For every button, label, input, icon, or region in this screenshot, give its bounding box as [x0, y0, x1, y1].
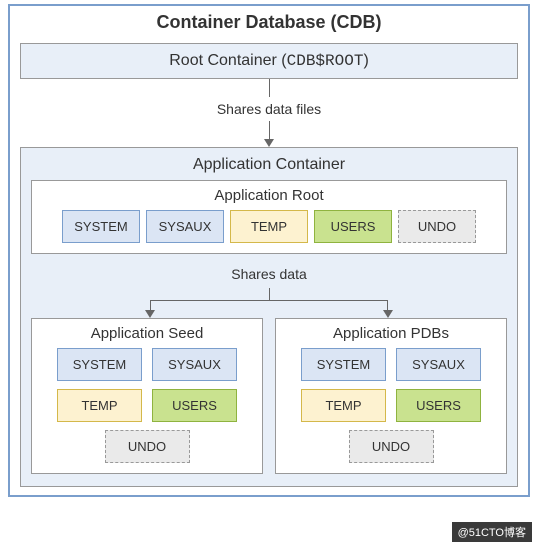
shares-files-label: Shares data files: [10, 97, 528, 121]
tablespace-undo: UNDO: [398, 210, 476, 243]
app-root-title: Application Root: [40, 187, 498, 210]
application-root: Application Root SYSTEM SYSAUX TEMP USER…: [31, 180, 507, 254]
root-label: Root Container (: [169, 52, 286, 69]
arrow-down-icon: [145, 310, 155, 318]
application-seed: Application Seed SYSTEM SYSAUX TEMP USER…: [31, 318, 263, 474]
arrow-down-icon: [383, 310, 393, 318]
root-container: Root Container (CDB$ROOT): [20, 43, 518, 79]
tablespace-users: USERS: [314, 210, 392, 243]
tablespace-undo: UNDO: [349, 430, 434, 463]
application-pdbs: Application PDBs SYSTEM SYSAUX TEMP USER…: [275, 318, 507, 474]
branch-connector: [31, 288, 507, 318]
cdb-title: Container Database (CDB): [10, 6, 528, 43]
tablespace-system: SYSTEM: [301, 348, 386, 381]
app-container-title: Application Container: [31, 156, 507, 180]
tablespace-users: USERS: [396, 389, 481, 422]
tablespace-undo: UNDO: [105, 430, 190, 463]
arrow-down-icon: [264, 139, 274, 147]
shares-data-label: Shares data: [31, 254, 507, 288]
tablespace-sysaux: SYSAUX: [152, 348, 237, 381]
tablespace-sysaux: SYSAUX: [146, 210, 224, 243]
app-pdbs-title: Application PDBs: [284, 325, 498, 348]
connector-shares-files: Shares data files: [10, 79, 528, 147]
root-close: ): [363, 52, 368, 69]
cdb-container: Container Database (CDB) Root Container …: [8, 4, 530, 497]
tablespace-system: SYSTEM: [57, 348, 142, 381]
watermark: @51CTO博客: [452, 522, 532, 542]
tablespace-temp: TEMP: [57, 389, 142, 422]
application-container: Application Container Application Root S…: [20, 147, 518, 487]
tablespace-users: USERS: [152, 389, 237, 422]
tablespace-sysaux: SYSAUX: [396, 348, 481, 381]
tablespace-temp: TEMP: [230, 210, 308, 243]
tablespace-system: SYSTEM: [62, 210, 140, 243]
app-seed-title: Application Seed: [40, 325, 254, 348]
root-code: CDB$ROOT: [287, 52, 364, 70]
tablespace-temp: TEMP: [301, 389, 386, 422]
